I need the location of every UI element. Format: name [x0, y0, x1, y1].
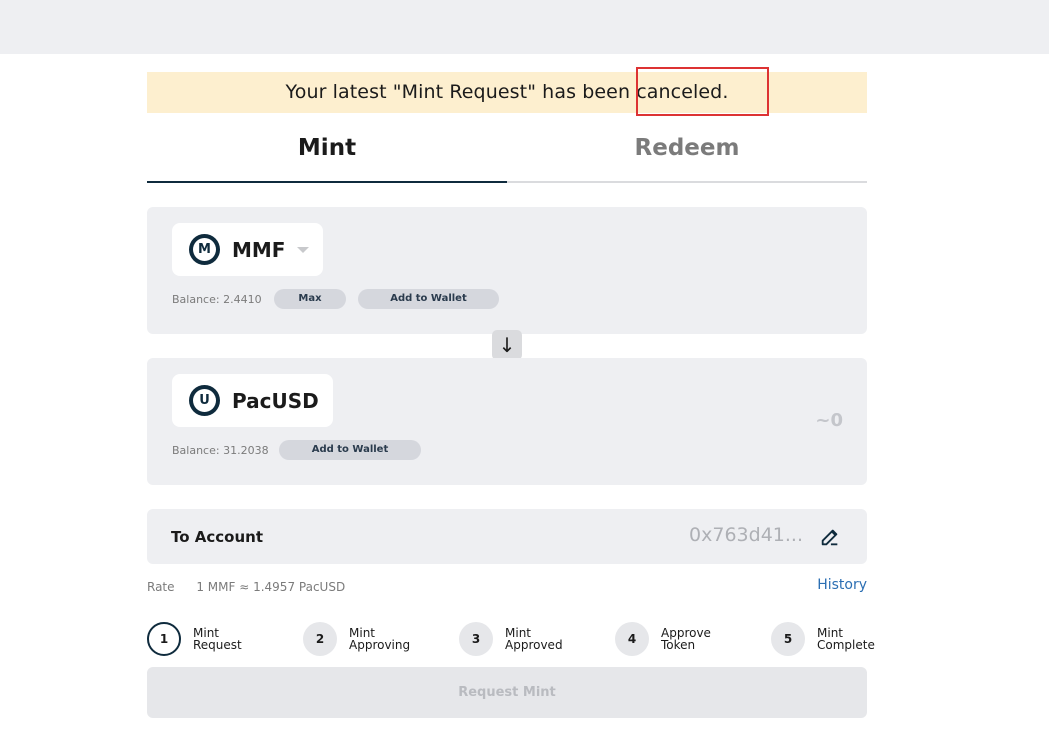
swap-arrow-icon[interactable]: ↓: [492, 330, 522, 360]
mint-steps: 1 Mint Request 2 Mint Approving 3 Mint Appr…: [147, 622, 887, 656]
to-account-label: To Account: [171, 528, 263, 546]
to-token-display: U PacUSD: [172, 374, 333, 427]
output-amount: ~0: [815, 410, 843, 431]
step-number: 1: [147, 622, 181, 656]
max-button[interactable]: Max: [274, 289, 346, 309]
tab-mint[interactable]: Mint: [147, 113, 507, 183]
top-bar: [0, 0, 1049, 54]
from-card: M MMF Balance: 2.4410 Max Add to Wallet: [147, 207, 867, 334]
step-label: Approving: [349, 638, 411, 652]
from-token-selector[interactable]: M MMF: [172, 223, 324, 276]
chevron-down-icon: [297, 246, 310, 253]
highlight-box: [636, 67, 769, 116]
to-account-row: To Account 0x763d41...: [147, 509, 867, 564]
step-mint-request: 1 Mint Request: [147, 622, 242, 656]
to-add-to-wallet-button[interactable]: Add to Wallet: [279, 440, 421, 460]
to-balance: Balance: 31.2038: [172, 444, 269, 457]
step-mint-approving: 2 Mint Approving: [303, 622, 410, 656]
step-mint-approved: 3 Mint Approved: [459, 622, 563, 656]
step-label: Request: [193, 638, 242, 652]
step-approve-token: 4 Approve Token: [615, 622, 711, 656]
rate-label: Rate: [147, 580, 175, 594]
step-number: 3: [459, 622, 493, 656]
step-number: 2: [303, 622, 337, 656]
rate-row: Rate 1 MMF ≈ 1.4957 PacUSD: [147, 580, 345, 594]
from-balance: Balance: 2.4410: [172, 293, 262, 306]
account-address: 0x763d41...: [689, 524, 803, 546]
mmf-token-icon: M: [189, 234, 220, 265]
step-label: Complete: [817, 638, 875, 652]
tab-bar: Mint Redeem: [147, 113, 867, 183]
tab-redeem[interactable]: Redeem: [507, 113, 867, 183]
to-token-name: PacUSD: [232, 388, 319, 413]
from-add-to-wallet-button[interactable]: Add to Wallet: [358, 289, 499, 309]
step-mint-complete: 5 Mint Complete: [771, 622, 875, 656]
rate-value: 1 MMF ≈ 1.4957 PacUSD: [196, 580, 346, 594]
status-notice: Your latest "Mint Request" has been canc…: [147, 67, 867, 116]
history-link[interactable]: History: [817, 577, 867, 593]
mint-panel: Your latest "Mint Request" has been canc…: [147, 67, 875, 718]
pacusd-token-icon: U: [189, 385, 220, 416]
step-number: 5: [771, 622, 805, 656]
pencil-edit-icon[interactable]: [819, 526, 841, 548]
from-token-name: MMF: [232, 237, 286, 262]
to-card: U PacUSD Balance: 31.2038 Add to Wallet …: [147, 358, 867, 485]
step-number: 4: [615, 622, 649, 656]
request-mint-button[interactable]: Request Mint: [147, 667, 867, 718]
step-label: Approved: [505, 638, 563, 652]
step-label: Token: [661, 638, 696, 652]
